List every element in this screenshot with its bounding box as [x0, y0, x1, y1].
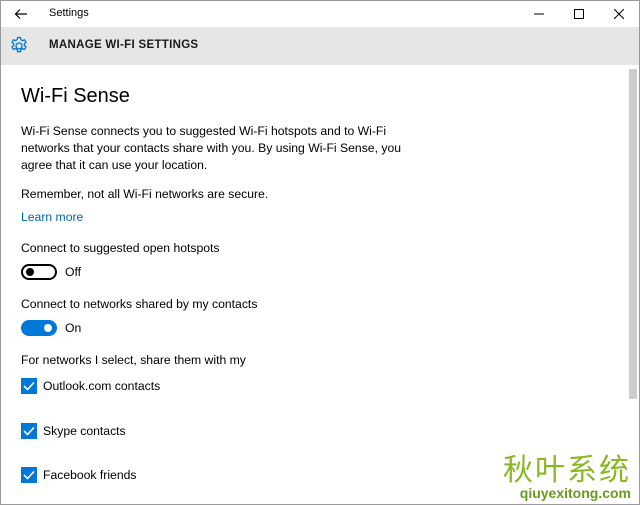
checkbox-label: Skype contacts — [43, 424, 126, 438]
minimize-button[interactable] — [519, 1, 559, 27]
close-button[interactable] — [599, 1, 639, 27]
checkbox-label: Outlook.com contacts — [43, 379, 161, 393]
window-controls — [519, 1, 639, 27]
description-text: Wi-Fi Sense connects you to suggested Wi… — [21, 124, 402, 172]
checkmark-icon — [23, 381, 35, 391]
shared-networks-toggle[interactable] — [21, 320, 57, 336]
back-arrow-icon — [14, 9, 27, 19]
toggle-knob — [44, 324, 52, 332]
content-area: Wi-Fi Sense Wi-Fi Sense connects you to … — [1, 65, 627, 504]
checkbox-box — [21, 467, 37, 483]
shared-networks-label: Connect to networks shared by my contact… — [21, 297, 258, 311]
gear-icon — [11, 36, 27, 53]
window-title: Settings — [49, 7, 89, 19]
shared-networks-state: On — [65, 321, 82, 335]
scrollbar[interactable] — [629, 69, 637, 399]
security-note: Remember, not all Wi-Fi networks are sec… — [21, 187, 269, 201]
skype-contacts-checkbox[interactable]: Skype contacts — [21, 422, 126, 440]
checkmark-icon — [23, 426, 35, 436]
back-button[interactable] — [3, 1, 39, 27]
page-header: MANAGE WI-FI SETTINGS — [1, 27, 639, 65]
checkbox-box — [21, 378, 37, 394]
checkbox-box — [21, 423, 37, 439]
outlook-contacts-checkbox[interactable]: Outlook.com contacts — [21, 377, 160, 395]
checkmark-icon — [23, 470, 35, 480]
maximize-button[interactable] — [559, 1, 599, 27]
checkbox-label: Facebook friends — [43, 468, 137, 482]
watermark-text: 秋叶系统 — [503, 453, 631, 488]
share-with-label: For networks I select, share them with m… — [21, 353, 246, 367]
toggle-knob — [26, 268, 34, 276]
watermark-url: qiuyexitong.com — [519, 485, 631, 501]
title-bar: Settings — [1, 1, 639, 27]
settings-window: Settings MANAGE WI-FI SETTINGS Wi-Fi Sen… — [0, 0, 640, 505]
header-title: MANAGE WI-FI SETTINGS — [49, 39, 199, 51]
maximize-icon — [574, 9, 584, 19]
facebook-friends-checkbox[interactable]: Facebook friends — [21, 466, 137, 484]
learn-more-link[interactable]: Learn more — [21, 210, 83, 224]
open-hotspots-label: Connect to suggested open hotspots — [21, 241, 220, 255]
minimize-icon — [534, 13, 544, 15]
open-hotspots-state: Off — [65, 265, 82, 279]
close-icon — [614, 9, 624, 19]
page-title: Wi-Fi Sense — [21, 85, 130, 107]
open-hotspots-toggle[interactable] — [21, 264, 57, 280]
